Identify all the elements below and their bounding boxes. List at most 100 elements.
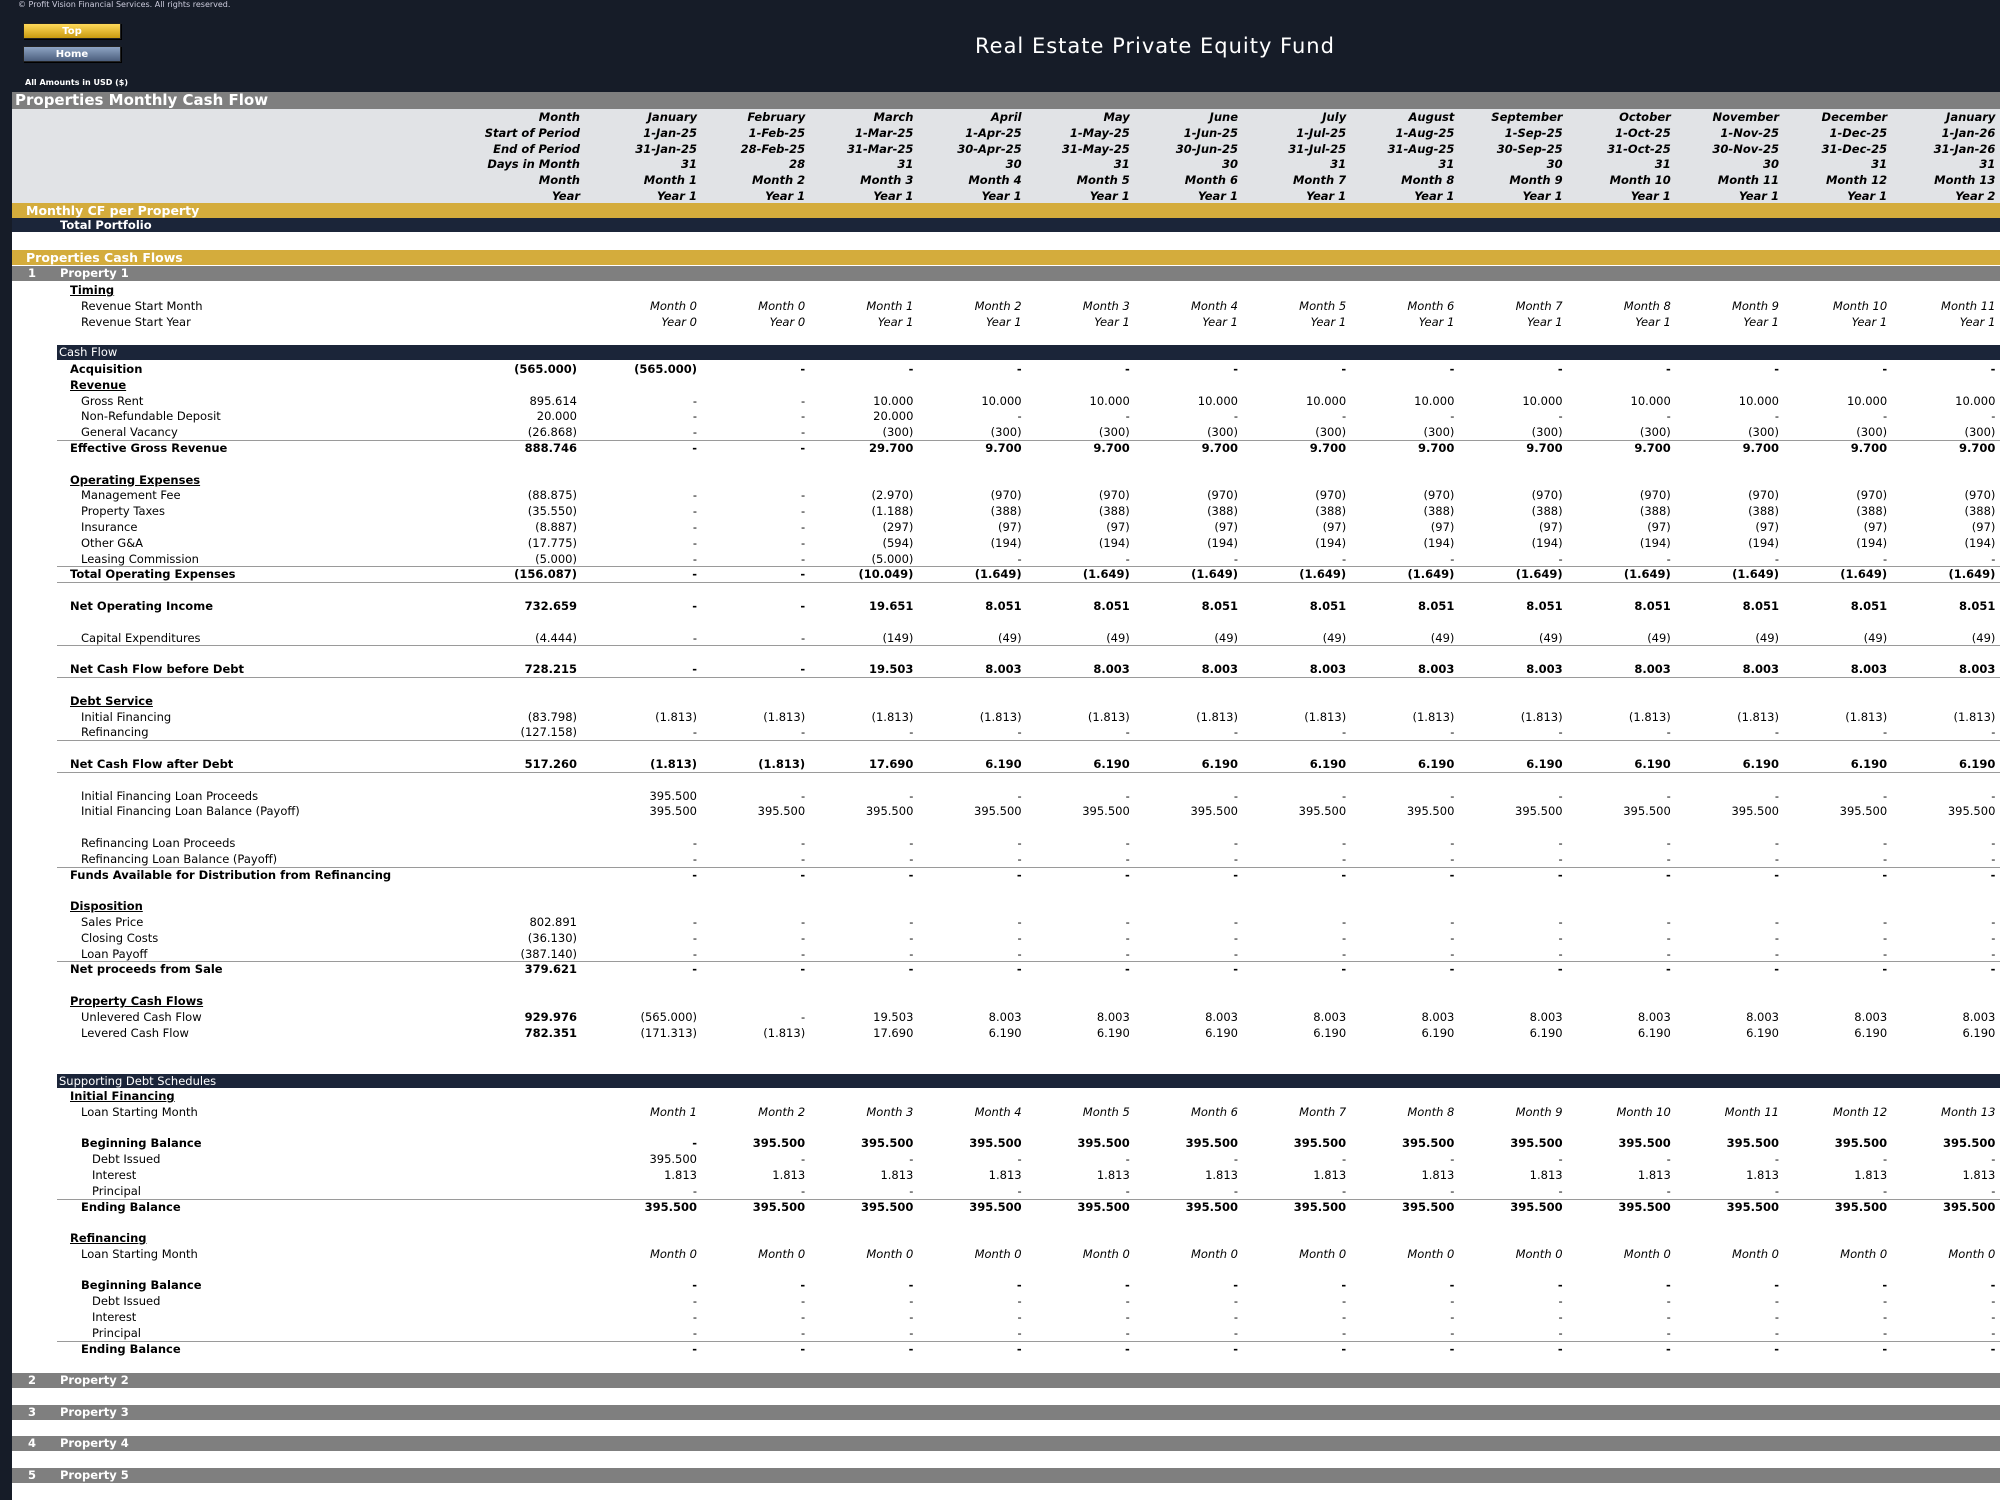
month-value: Month 9 xyxy=(1731,298,1779,313)
month-value: - xyxy=(1883,1294,1888,1309)
month-value: (194) xyxy=(1639,535,1671,550)
cash-flow-label: Operating Expenses xyxy=(70,472,201,487)
month-value: 6.190 xyxy=(1205,1025,1238,1040)
month-value: - xyxy=(801,1183,806,1198)
month-value: - xyxy=(801,1294,806,1309)
property-bar[interactable]: 4 Property 4 xyxy=(12,1436,2000,1451)
month-value: March xyxy=(873,110,914,124)
month-value: - xyxy=(692,1136,697,1151)
month-value: June xyxy=(1209,110,1238,124)
header-row: Month January February March April May June Jul… xyxy=(12,110,2000,126)
month-value: - xyxy=(1233,1152,1238,1167)
month-value: (1.813) xyxy=(1628,709,1671,724)
month-value: - xyxy=(1233,867,1238,882)
month-value: Year 0 xyxy=(661,314,697,329)
month-value: - xyxy=(1017,1183,1022,1198)
month-value: - xyxy=(1016,962,1022,977)
month-value: - xyxy=(1558,836,1563,850)
month-value: 8.051 xyxy=(1959,599,1996,613)
home-button[interactable]: Home xyxy=(23,46,121,62)
month-value: - xyxy=(692,662,697,677)
month-value: 6.190 xyxy=(1634,757,1671,771)
month-value: (49) xyxy=(1755,630,1779,645)
month-value: 19.503 xyxy=(869,662,914,677)
section-title-bar: Properties Monthly Cash Flow xyxy=(12,92,2000,109)
month-value: - xyxy=(1125,867,1130,882)
month-value: (49) xyxy=(1971,630,1996,645)
month-value: - xyxy=(1125,1310,1130,1324)
property-bar[interactable]: 5 Property 5 xyxy=(12,1467,2000,1483)
top-button[interactable]: Top xyxy=(23,23,121,39)
month-value: - xyxy=(1883,915,1888,929)
month-value: Month 6 xyxy=(1407,298,1455,313)
cash-flow-label: Loan Payoff xyxy=(81,946,148,961)
month-value: - xyxy=(1666,1310,1671,1324)
cash-flow-row xyxy=(57,678,2000,694)
month-value: (97) xyxy=(1755,520,1779,534)
property-name: Property 1 xyxy=(60,266,129,280)
total-value: 782.351 xyxy=(524,1025,577,1040)
month-value: - xyxy=(800,567,806,582)
cash-flow-row: Net proceeds from Sale 379.621 - - - - - - - - - - -… xyxy=(57,962,2000,978)
month-value: 31 xyxy=(897,157,914,172)
month-value: - xyxy=(1774,1310,1779,1324)
month-value: 8.003 xyxy=(1093,662,1130,677)
month-value: - xyxy=(1016,867,1022,882)
month-value: 395.500 xyxy=(1839,804,1888,819)
month-value: 395.500 xyxy=(1298,804,1347,819)
month-value: - xyxy=(908,362,914,376)
cash-flow-row: Net Operating Income 732.659 - - 19.651 8.051… xyxy=(57,599,2000,615)
month-value: 8.003 xyxy=(988,1009,1022,1024)
month-value: - xyxy=(1991,915,1996,929)
month-value: (49) xyxy=(1214,630,1238,645)
timing-label: Revenue Start Year xyxy=(81,314,191,329)
month-value: (1.813) xyxy=(1196,709,1238,724)
month-value: 8.003 xyxy=(1526,662,1563,677)
month-value: - xyxy=(801,1009,806,1024)
month-value: - xyxy=(1666,1325,1671,1340)
month-value: August xyxy=(1408,110,1455,124)
cash-flow-row: Initial Financing Loan Balance (Payoff) 3… xyxy=(57,804,2000,820)
month-value: - xyxy=(1450,551,1455,566)
header-label: Month xyxy=(538,110,580,124)
month-value: - xyxy=(1342,551,1347,566)
month-value: (97) xyxy=(1647,520,1671,534)
month-value: 1-Jul-25 xyxy=(1296,125,1347,140)
property-bar[interactable]: 2 Property 2 xyxy=(12,1373,2000,1388)
header-row: Month Month 1 Month 2 Month 3 Month 4 Month 5… xyxy=(12,173,2000,189)
cash-flow-row: Revenue xyxy=(57,378,2000,394)
month-value: - xyxy=(800,441,806,455)
month-value: 30-Nov-25 xyxy=(1712,141,1779,156)
month-value: 31 xyxy=(1871,157,1888,172)
total-portfolio-label: Total Portfolio xyxy=(60,218,152,232)
month-value: 31 xyxy=(1113,157,1130,172)
month-value: - xyxy=(800,1278,806,1293)
month-value: - xyxy=(1991,409,1996,424)
total-value: 379.621 xyxy=(524,962,577,977)
month-value: - xyxy=(1125,788,1130,803)
total-value: (26.868) xyxy=(527,425,577,440)
month-value: - xyxy=(1558,930,1563,945)
month-value: - xyxy=(909,1183,914,1198)
month-value: 6.190 xyxy=(1096,1025,1130,1040)
month-value: Year 1 xyxy=(877,314,914,329)
month-value: - xyxy=(1016,1341,1022,1356)
month-value: 8.051 xyxy=(1742,599,1779,613)
month-value: 6.190 xyxy=(1093,757,1130,771)
property-number: 5 xyxy=(28,1467,37,1482)
month-value: (5.000) xyxy=(871,551,914,566)
cash-flow-row xyxy=(57,583,2000,599)
month-value: - xyxy=(1991,725,1996,740)
month-value: 31-Jan-26 xyxy=(1933,141,1996,156)
month-value: - xyxy=(1450,1152,1455,1167)
cash-flow-label: Gross Rent xyxy=(81,393,144,408)
month-value: (970) xyxy=(1315,488,1347,503)
month-value: (565.000) xyxy=(640,1009,697,1024)
month-value: 8.003 xyxy=(1096,1009,1130,1024)
month-value: - xyxy=(1233,962,1238,977)
property-bar[interactable]: 3 Property 3 xyxy=(12,1404,2000,1420)
cash-flow-label: Management Fee xyxy=(81,488,181,503)
month-value: 31 xyxy=(1979,157,1996,172)
month-value: Month 11 xyxy=(1941,298,1996,313)
month-value: - xyxy=(1557,962,1563,977)
